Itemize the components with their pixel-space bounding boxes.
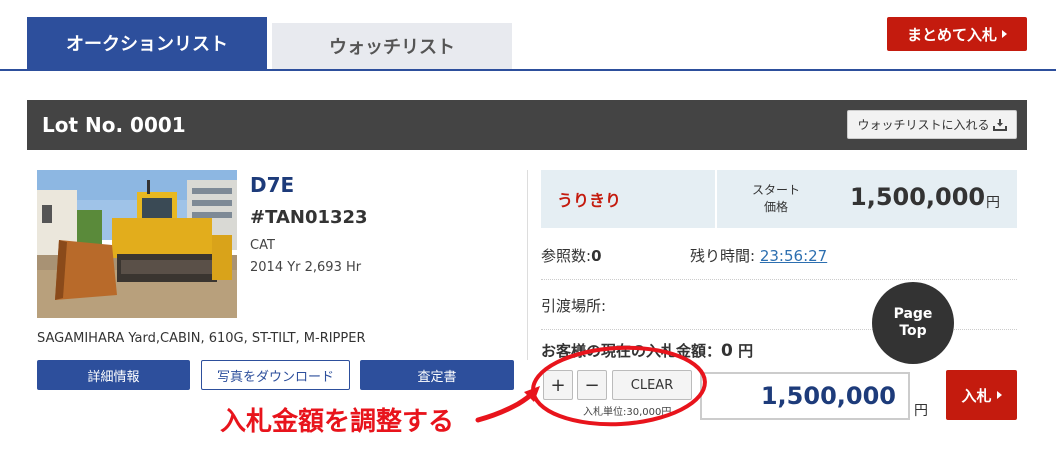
annotation-arrow-line <box>475 389 537 423</box>
annotation-circle <box>531 345 707 427</box>
annotation-text: 入札金額を調整する <box>220 407 455 437</box>
annotation-overlay <box>475 345 707 427</box>
